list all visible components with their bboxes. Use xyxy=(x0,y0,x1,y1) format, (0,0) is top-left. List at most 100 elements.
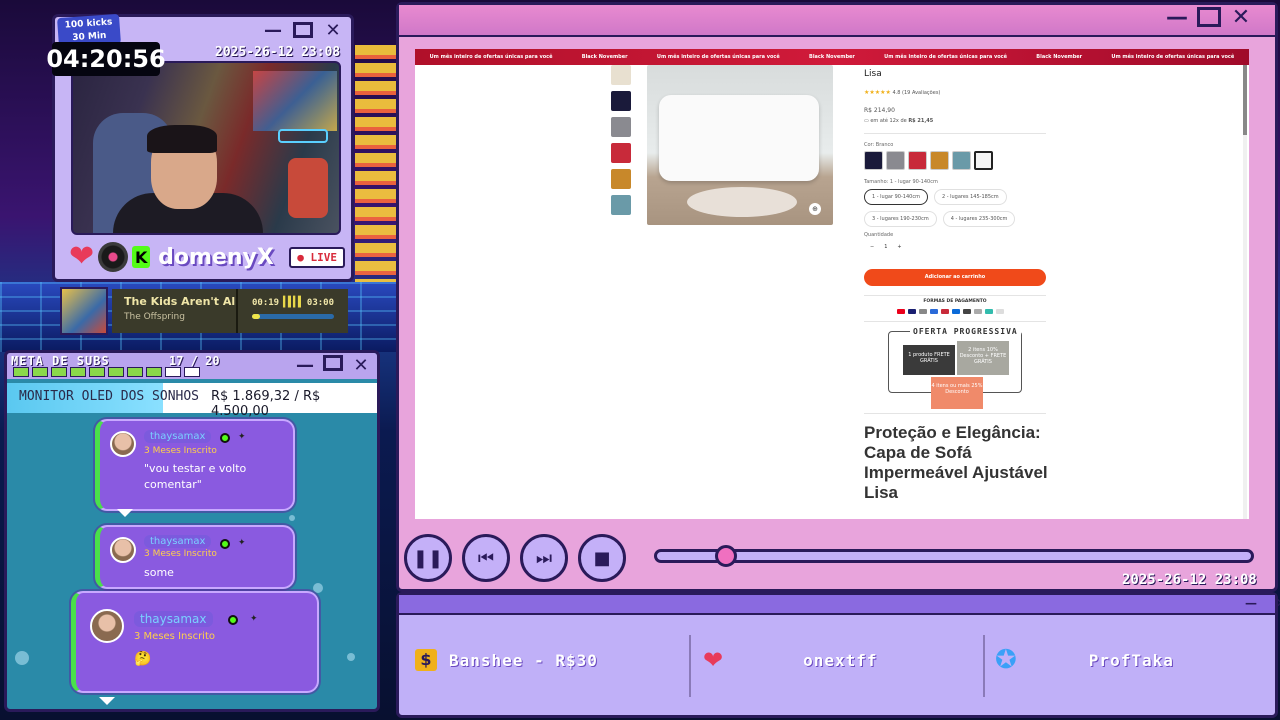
live-label: LIVE xyxy=(310,250,338,264)
chat-username[interactable]: thaysamax xyxy=(134,611,213,627)
seek-bar[interactable] xyxy=(654,549,1254,563)
pause-button[interactable]: ❚❚ xyxy=(404,534,452,582)
divider xyxy=(864,295,1046,296)
chat-window-controls: — ✕ xyxy=(293,355,373,376)
subs-goal-label: META DE SUBS xyxy=(11,354,110,368)
product-title-fragment: Lisa xyxy=(864,69,882,79)
size-option[interactable]: 2 - lugares 145-185cm xyxy=(933,189,1007,205)
donation-goal-amount: R$ 1.869,32 / R$ 4.500,00 xyxy=(211,389,321,419)
pause-icon: ❚❚ xyxy=(412,547,444,569)
skip-back-icon: ⏮ xyxy=(477,547,495,569)
quantity-value[interactable]: 1 xyxy=(884,244,887,250)
track-elapsed: 00:19 xyxy=(252,297,280,308)
product-thumbnail[interactable] xyxy=(611,91,631,111)
subs-goal-block xyxy=(146,367,162,377)
next-button[interactable]: ⏭ xyxy=(520,534,568,582)
boleto-icon xyxy=(963,309,971,314)
color-swatch[interactable] xyxy=(886,151,905,170)
close-icon[interactable]: ✕ xyxy=(1269,593,1280,613)
chat-message: thaysamax ✦ 3 Meses Inscrito some xyxy=(95,525,295,589)
diners-icon xyxy=(952,309,960,314)
size-option[interactable]: 4 - lugares 235-300cm xyxy=(942,211,1016,227)
quantity-minus-button[interactable]: − xyxy=(870,244,874,250)
chat-username[interactable]: thaysamax xyxy=(144,430,212,443)
minimize-icon[interactable]: — xyxy=(1239,593,1263,613)
chat-username[interactable]: thaysamax xyxy=(144,535,212,548)
size-option[interactable]: 3 - lugares 190-230cm xyxy=(864,211,937,227)
rating-text: 4.8 (19 Avaliações) xyxy=(892,90,941,96)
subs-goal-block xyxy=(184,367,200,377)
maximize-icon[interactable] xyxy=(293,22,313,38)
divider xyxy=(983,635,985,697)
product-thumbnail[interactable] xyxy=(611,143,631,163)
stop-button[interactable]: ■ xyxy=(578,534,626,582)
quantity-plus-button[interactable]: + xyxy=(897,244,901,250)
color-swatch[interactable] xyxy=(864,151,883,170)
color-swatch[interactable] xyxy=(908,151,927,170)
latest-follower-text: onextff xyxy=(803,650,878,670)
figure-toy xyxy=(288,158,328,218)
size-options: 1 - lugar 90-140cm 2 - lugares 145-185cm 3… xyxy=(864,189,1046,227)
track-progress-bar xyxy=(252,314,334,319)
card-icon: ▭ xyxy=(864,118,869,124)
visa-icon xyxy=(908,309,916,314)
maximize-icon[interactable] xyxy=(323,355,343,371)
chat-window: META DE SUBS 17 / 20 — ✕ MONITOR OLED DO… xyxy=(4,350,380,712)
product-rating[interactable]: ★★★★★ 4.8 (19 Avaliações) xyxy=(864,89,940,96)
seek-handle[interactable] xyxy=(715,545,737,567)
previous-button[interactable]: ⏮ xyxy=(462,534,510,582)
chat-sub-status: 3 Meses Inscrito xyxy=(144,446,217,456)
add-to-cart-button[interactable]: Adicionar ao carrinho xyxy=(864,269,1046,286)
product-thumbnail[interactable] xyxy=(611,169,631,189)
sub-badge-icon: ✦ xyxy=(250,614,258,624)
user-avatar xyxy=(90,609,124,643)
color-swatch[interactable] xyxy=(930,151,949,170)
promo-ticker: Um mês inteiro de ofertas únicas para vo… xyxy=(415,49,1249,65)
bubble-tail xyxy=(117,509,133,517)
installment-info: ▭ em até 12x de R$ 21,45 xyxy=(864,118,933,124)
sub-badge-icon: ✦ xyxy=(238,432,246,442)
product-main-image[interactable]: ⊕ xyxy=(647,65,833,225)
minimize-icon[interactable]: — xyxy=(261,20,285,41)
bubble-tail xyxy=(99,697,115,705)
rug-image xyxy=(687,187,797,217)
alerts-titlebar: — ✕ xyxy=(399,595,1280,615)
ticker-item: Um mês inteiro de ofertas únicas para vo… xyxy=(656,54,780,60)
latest-subscriber: ✪ ProfTaka xyxy=(995,625,1275,695)
stream-timer: 04:20:56 xyxy=(46,42,166,76)
minimize-icon[interactable]: — xyxy=(293,355,317,376)
track-time: 00:19 ▍▌▍▌ 03:00 xyxy=(236,289,348,333)
product-thumbnail[interactable] xyxy=(611,195,631,215)
close-icon[interactable]: ✕ xyxy=(349,355,373,376)
zoom-icon[interactable]: ⊕ xyxy=(809,203,821,215)
chat-sub-status: 3 Meses Inscrito xyxy=(144,549,217,559)
maximize-icon[interactable] xyxy=(1197,7,1221,27)
product-thumbnail[interactable] xyxy=(611,65,631,85)
album-art xyxy=(60,287,108,335)
track-duration: 03:00 xyxy=(306,297,334,308)
color-swatch[interactable] xyxy=(974,151,993,170)
ticker-item: Um mês inteiro de ofertas únicas para vo… xyxy=(884,54,1008,60)
donation-goal-label: MONITOR OLED DOS SONHOS xyxy=(19,389,200,404)
quantity-label: Quantidade xyxy=(864,232,894,238)
ticker-item: Black November xyxy=(581,54,628,60)
webcam-feed xyxy=(71,61,341,235)
bubble-decoration xyxy=(15,651,29,665)
alerts-window-controls: — ✕ xyxy=(1239,593,1280,613)
latest-donation-text: Banshee - R$30 xyxy=(449,650,598,670)
close-icon[interactable]: ✕ xyxy=(321,20,345,41)
divider xyxy=(864,413,1046,414)
equalizer-icon: ▍▌▍▌ xyxy=(282,297,304,308)
close-icon[interactable]: ✕ xyxy=(1229,5,1253,30)
minimize-icon[interactable]: — xyxy=(1165,5,1189,30)
latest-donation: $ Banshee - R$30 xyxy=(415,625,598,695)
bubble-decoration xyxy=(347,653,355,661)
product-thumbnail[interactable] xyxy=(611,117,631,137)
user-avatar xyxy=(110,537,136,563)
size-option[interactable]: 1 - lugar 90-140cm xyxy=(864,189,928,205)
page-scrollbar-thumb[interactable] xyxy=(1243,65,1247,135)
color-swatch[interactable] xyxy=(952,151,971,170)
subs-goal-block xyxy=(165,367,181,377)
live-badge: ● LIVE xyxy=(289,246,345,268)
divider xyxy=(864,133,1046,134)
